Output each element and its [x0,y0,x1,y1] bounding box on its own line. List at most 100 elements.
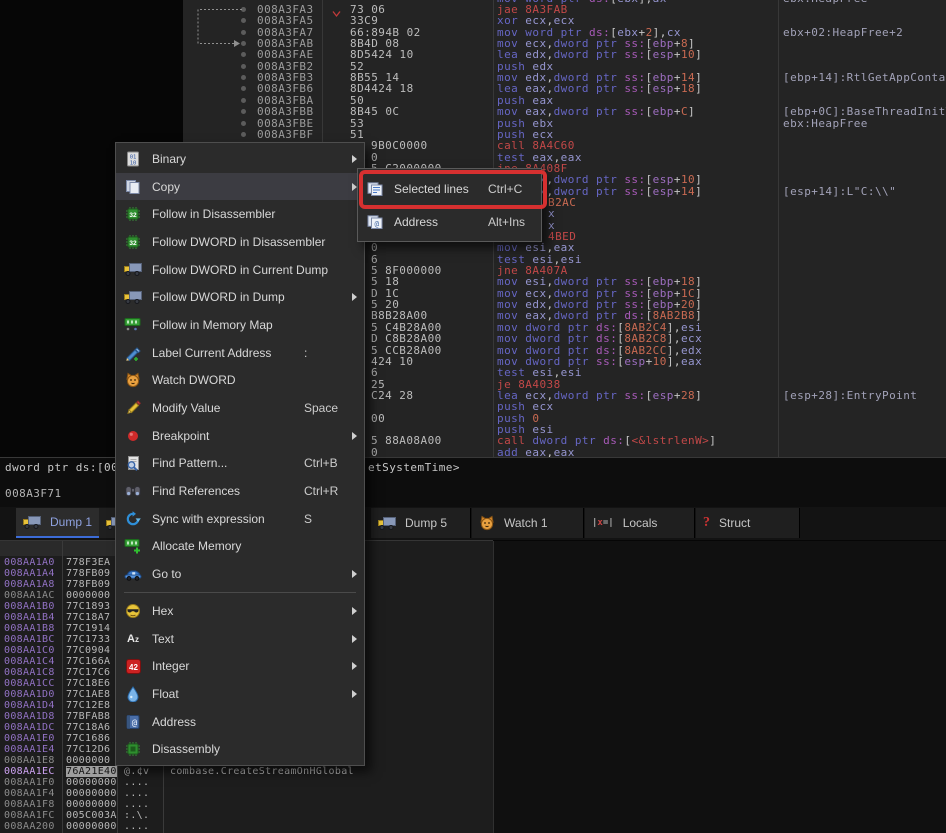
menu-item-modify-value[interactable]: Modify ValueSpace [116,394,364,422]
submenu-item-selected-lines[interactable]: Selected linesCtrl+C [358,172,541,205]
menu-item-follow-dword-in-dump[interactable]: Follow DWORD in Dump [116,283,364,311]
float-droplet-icon [127,686,139,702]
dump-address: 008AA1D4 [4,700,55,711]
dump-value: 77C12D6 [66,744,110,755]
submenu-item-address[interactable]: @AddressAlt+Ins [358,205,541,238]
menu-item-go-to[interactable]: Go to [116,560,364,588]
menu-item-copy[interactable]: Copy [116,173,364,201]
dump-address: 008AA1D0 [4,689,55,700]
menu-item-find-references[interactable]: Find ReferencesCtrl+R [116,477,364,505]
binary-icon: 0110 [125,151,141,167]
dump-ascii: .... [124,777,149,788]
menu-item-allocate-memory[interactable]: Allocate Memory [116,533,364,561]
submenu-arrow-icon [352,155,357,163]
dump-address: 008AA1BC [4,634,55,645]
breakpoint-dot-icon [126,429,140,443]
dump-value: 778FB09 [66,568,110,579]
menu-item-follow-dword-in-current-dump[interactable]: Follow DWORD in Current Dump [116,256,364,284]
dump-comment: combase.CreateStreamOnHGlobal [170,766,354,777]
menu-item-follow-in-disassembler[interactable]: 32Follow in Disassembler [116,200,364,228]
menu-item-breakpoint[interactable]: Breakpoint [116,422,364,450]
car-icon [124,568,142,581]
menu-item-find-pattern[interactable]: Find Pattern...Ctrl+B [116,450,364,478]
binoculars-icon [125,484,141,498]
dump-row[interactable]: 008AA20000000000.... [0,821,946,832]
menu-item-shortcut: S [304,512,312,526]
dump-row[interactable]: 008AA1F800000000.... [0,799,946,810]
dump-value: 77C0904 [66,645,110,656]
dump-address: 008AA1C4 [4,656,55,667]
menu-item-integer[interactable]: 42 Integer [116,652,364,680]
sunglasses-icon [125,603,141,619]
dump-row[interactable]: 008AA1FC005C003A:.\. [0,810,946,821]
menu-item-binary[interactable]: 0110Binary [116,145,364,173]
dump-value: 00000000 [66,799,117,810]
dump-value: 77C1686 [66,733,110,744]
dump-address: 008AA1CC [4,678,55,689]
dump-value: 77BFAB8 [66,711,110,722]
submenu-arrow-icon [352,635,357,643]
menu-item-disassembly[interactable]: Disassembly [116,735,364,763]
dump-value: 00000000 [66,777,117,788]
menu-item-text[interactable]: AzText [116,625,364,653]
dump-row[interactable]: 008AA1F0 00000000.... [0,777,946,788]
menu-item-label: Find Pattern... [152,456,227,470]
menu-item-label: Allocate Memory [152,539,241,553]
menu-item-sync-with-expression[interactable]: Sync with expression S [116,505,364,533]
dump-address: 008AA1FC [4,810,55,821]
menu-item-label-current-address[interactable]: Label Current Address: [116,339,364,367]
dump-address: 008AA1A8 [4,579,55,590]
dump-address: 008AA1E8 [4,755,55,766]
dump-value: 77C1893 [66,601,110,612]
dump-value: 0000000 [66,590,110,601]
menu-item-shortcut: : [304,346,307,360]
copy-lines-icon [367,182,383,196]
integer-42-icon: 42 [126,659,141,674]
dump-value: 00000000 [66,821,117,832]
dump-address: 008AA1B8 [4,623,55,634]
menu-item-hex[interactable]: Hex [116,597,364,625]
menu-separator [124,592,356,593]
submenu-arrow-icon [352,293,357,301]
dump-address: 008AA1F0 [4,777,55,788]
menu-item-shortcut: Ctrl+R [304,484,338,498]
dump-address: 008AA1B0 [4,601,55,612]
submenu-arrow-icon [352,432,357,440]
svg-text:10: 10 [130,160,137,166]
submenu-arrow-icon [352,662,357,670]
menu-item-float[interactable]: Float [116,680,364,708]
menu-item-label: Follow in Memory Map [152,318,273,332]
submenu-item-shortcut: Ctrl+C [488,182,522,196]
copy-icon [125,179,141,195]
dump-ascii: .... [124,799,149,810]
dump-row[interactable]: 008AA1EC76A21E40@.¢vcombase.CreateStream… [0,766,946,777]
menu-item-label: Sync with expression [152,512,265,526]
menu-item-label: Text [152,632,174,646]
dump-value: 00000000 [66,788,117,799]
cpu-chip-icon: 32 [125,234,141,250]
dump-value: 77C1AE8 [66,689,110,700]
dump-value: 77C1733 [66,634,110,645]
dump-value: 77C166A [66,656,110,667]
dump-value: 77C1914 [66,623,110,634]
dump-row[interactable]: 008AA1F400000000.... [0,788,946,799]
dump-value: 77C18A6 [66,722,110,733]
dump-value: 77C17C6 [66,667,110,678]
dump-value: 77C12E8 [66,700,110,711]
dump-address: 008AA1E0 [4,733,55,744]
jump-arrow [190,0,246,52]
menu-item-label: Copy [152,180,180,194]
menu-item-label: Label Current Address [152,346,271,360]
submenu-item-shortcut: Alt+Ins [488,215,525,229]
submenu-arrow-icon [352,690,357,698]
menu-item-label: Modify Value [152,401,220,415]
menu-item-watch-dword[interactable]: Watch DWORD [116,367,364,395]
menu-item-label: Integer [152,659,189,673]
menu-item-follow-dword-in-disassembler[interactable]: 32Follow DWORD in Disassembler [116,228,364,256]
dump-value: 76A21E40 [66,766,117,777]
menu-item-follow-in-memory-map[interactable]: Follow in Memory Map [116,311,364,339]
dump-address: 008AA1D8 [4,711,55,722]
menu-item-address[interactable]: @Address [116,708,364,736]
x64dbg-window: mov word ptr ds:[ebx],axebx:HeapFree008A… [0,0,946,833]
svg-text:32: 32 [129,240,137,247]
